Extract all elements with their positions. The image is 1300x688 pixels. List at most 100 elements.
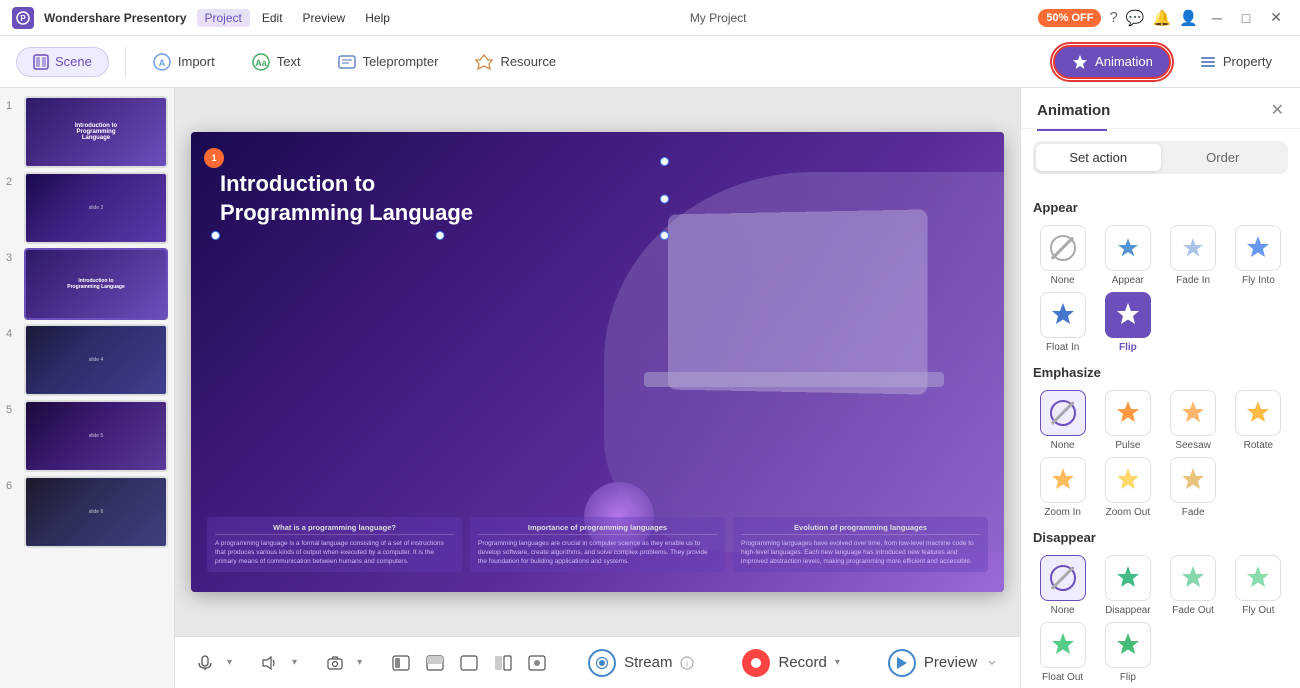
- handle-mr[interactable]: [660, 194, 669, 203]
- col2-header: Importance of programming languages: [478, 523, 717, 535]
- animation-icon: [1071, 53, 1089, 71]
- maximize-button[interactable]: □: [1236, 8, 1256, 28]
- slide-item-4[interactable]: 4 slide 4: [6, 324, 168, 396]
- appear-fade-in[interactable]: Fade In: [1164, 225, 1223, 286]
- resource-button[interactable]: Resource: [464, 48, 566, 76]
- slide-thumb-4[interactable]: slide 4: [24, 324, 168, 396]
- camera-button[interactable]: [321, 651, 349, 675]
- panel-close-button[interactable]: ✕: [1271, 100, 1284, 120]
- slide-number-3: 3: [6, 248, 20, 264]
- slide-number-2: 2: [6, 172, 20, 188]
- slide-item-1[interactable]: 1 Introduction toProgrammingLanguage: [6, 96, 168, 168]
- disappear-fly-out[interactable]: Fly Out: [1229, 555, 1288, 616]
- property-label: Property: [1223, 54, 1272, 69]
- messages-icon[interactable]: 💬: [1126, 9, 1145, 27]
- layout-btn-2[interactable]: [420, 651, 450, 675]
- handle-bm[interactable]: [436, 231, 445, 240]
- slide-badge: 1: [204, 148, 224, 168]
- main-content: 1 Introduction toProgrammingLanguage 2 s…: [0, 88, 1300, 688]
- preview-label: Preview: [924, 654, 977, 671]
- emphasize-seesaw-icon: [1170, 390, 1216, 436]
- volume-dropdown[interactable]: ▾: [292, 657, 297, 668]
- notifications-icon[interactable]: 🔔: [1153, 9, 1172, 27]
- emphasize-seesaw[interactable]: Seesaw: [1164, 390, 1223, 451]
- disappear-flip-label: Flip: [1120, 672, 1136, 683]
- handle-tr[interactable]: [660, 157, 669, 166]
- emphasize-zoom-in[interactable]: Zoom In: [1033, 457, 1092, 518]
- slide-thumb-6[interactable]: slide 6: [24, 476, 168, 548]
- disappear-fade-out-label: Fade Out: [1172, 605, 1214, 616]
- emphasize-pulse-icon: [1105, 390, 1151, 436]
- layout-btn-4[interactable]: [488, 651, 518, 675]
- emphasize-fade[interactable]: Fade: [1164, 457, 1223, 518]
- microphone-button[interactable]: [191, 651, 219, 675]
- project-name: My Project: [690, 11, 747, 25]
- teleprompter-button[interactable]: Teleprompter: [327, 48, 449, 76]
- appear-flip[interactable]: Flip: [1098, 292, 1157, 353]
- appear-float-in[interactable]: Float In: [1033, 292, 1092, 353]
- stream-icon: [588, 649, 616, 677]
- disappear-disappear[interactable]: Disappear: [1098, 555, 1157, 616]
- stream-button[interactable]: Stream i: [576, 643, 706, 683]
- tab-order[interactable]: Order: [1161, 144, 1286, 171]
- record-dropdown-arrow[interactable]: ▾: [835, 657, 840, 668]
- bottom-bar: ▾ ▾ ▾: [175, 636, 1020, 688]
- slide-item-3[interactable]: 3 Introduction toProgramming Language: [6, 248, 168, 320]
- menu-preview[interactable]: Preview: [295, 9, 354, 27]
- minimize-button[interactable]: ─: [1206, 8, 1228, 28]
- slide-item-2[interactable]: 2 slide 2: [6, 172, 168, 244]
- slide-thumb-1[interactable]: Introduction toProgrammingLanguage: [24, 96, 168, 168]
- promo-button[interactable]: 50% OFF: [1038, 9, 1101, 27]
- emphasize-pulse[interactable]: Pulse: [1098, 390, 1157, 451]
- disappear-float-out[interactable]: Float Out: [1033, 622, 1092, 683]
- disappear-flip[interactable]: Flip: [1098, 622, 1157, 683]
- record-button[interactable]: Record ▾: [730, 643, 851, 683]
- slide-canvas[interactable]: 1 Introduction to Programming Language W…: [191, 132, 1004, 592]
- disappear-fly-out-icon: [1235, 555, 1281, 601]
- menu-bar: Project Edit Preview Help: [197, 9, 398, 27]
- emphasize-none[interactable]: None: [1033, 390, 1092, 451]
- text-button[interactable]: Aa Text: [241, 48, 311, 76]
- close-button[interactable]: ✕: [1264, 7, 1288, 28]
- import-button[interactable]: A Import: [142, 48, 225, 76]
- svg-text:P: P: [20, 14, 26, 23]
- scene-button[interactable]: Scene: [16, 47, 109, 77]
- emphasize-zoom-in-icon: [1040, 457, 1086, 503]
- layout-btn-1[interactable]: [386, 651, 416, 675]
- property-button[interactable]: Property: [1187, 47, 1284, 77]
- slide-title-area[interactable]: 1 Introduction to Programming Language: [216, 162, 664, 235]
- layout-btn-5[interactable]: [522, 651, 552, 675]
- appear-fade-in-label: Fade In: [1176, 275, 1210, 286]
- camera-dropdown[interactable]: ▾: [357, 657, 362, 668]
- menu-project[interactable]: Project: [197, 9, 250, 27]
- slide-item-6[interactable]: 6 slide 6: [6, 476, 168, 548]
- disappear-fade-out[interactable]: Fade Out: [1164, 555, 1223, 616]
- layout-icon-1: [392, 655, 410, 671]
- appear-none-icon: [1040, 225, 1086, 271]
- emphasize-rotate[interactable]: Rotate: [1229, 390, 1288, 451]
- microphone-dropdown[interactable]: ▾: [227, 657, 232, 668]
- help-icon[interactable]: ?: [1109, 9, 1117, 26]
- slide-thumb-3[interactable]: Introduction toProgramming Language: [24, 248, 168, 320]
- menu-edit[interactable]: Edit: [254, 9, 291, 27]
- slide-item-5[interactable]: 5 slide 5: [6, 400, 168, 472]
- slide-thumb-5[interactable]: slide 5: [24, 400, 168, 472]
- appear-fly-into[interactable]: Fly Into: [1229, 225, 1288, 286]
- appear-none[interactable]: None: [1033, 225, 1092, 286]
- appear-appear[interactable]: Appear: [1098, 225, 1157, 286]
- tab-set-action[interactable]: Set action: [1036, 144, 1161, 171]
- emphasize-fade-label: Fade: [1182, 507, 1205, 518]
- preview-button[interactable]: Preview: [876, 643, 1011, 683]
- emphasize-zoom-out[interactable]: Zoom Out: [1098, 457, 1157, 518]
- layout-btn-3[interactable]: [454, 651, 484, 675]
- slide-thumb-2[interactable]: slide 2: [24, 172, 168, 244]
- animation-button[interactable]: Animation: [1053, 45, 1171, 79]
- account-icon[interactable]: 👤: [1179, 9, 1198, 27]
- menu-help[interactable]: Help: [357, 9, 398, 27]
- emphasize-rotate-icon: [1235, 390, 1281, 436]
- disappear-section-title: Disappear: [1033, 530, 1288, 545]
- volume-button[interactable]: [256, 651, 284, 675]
- disappear-none[interactable]: None: [1033, 555, 1092, 616]
- slide-number-1: 1: [6, 96, 20, 112]
- disappear-none-icon: [1040, 555, 1086, 601]
